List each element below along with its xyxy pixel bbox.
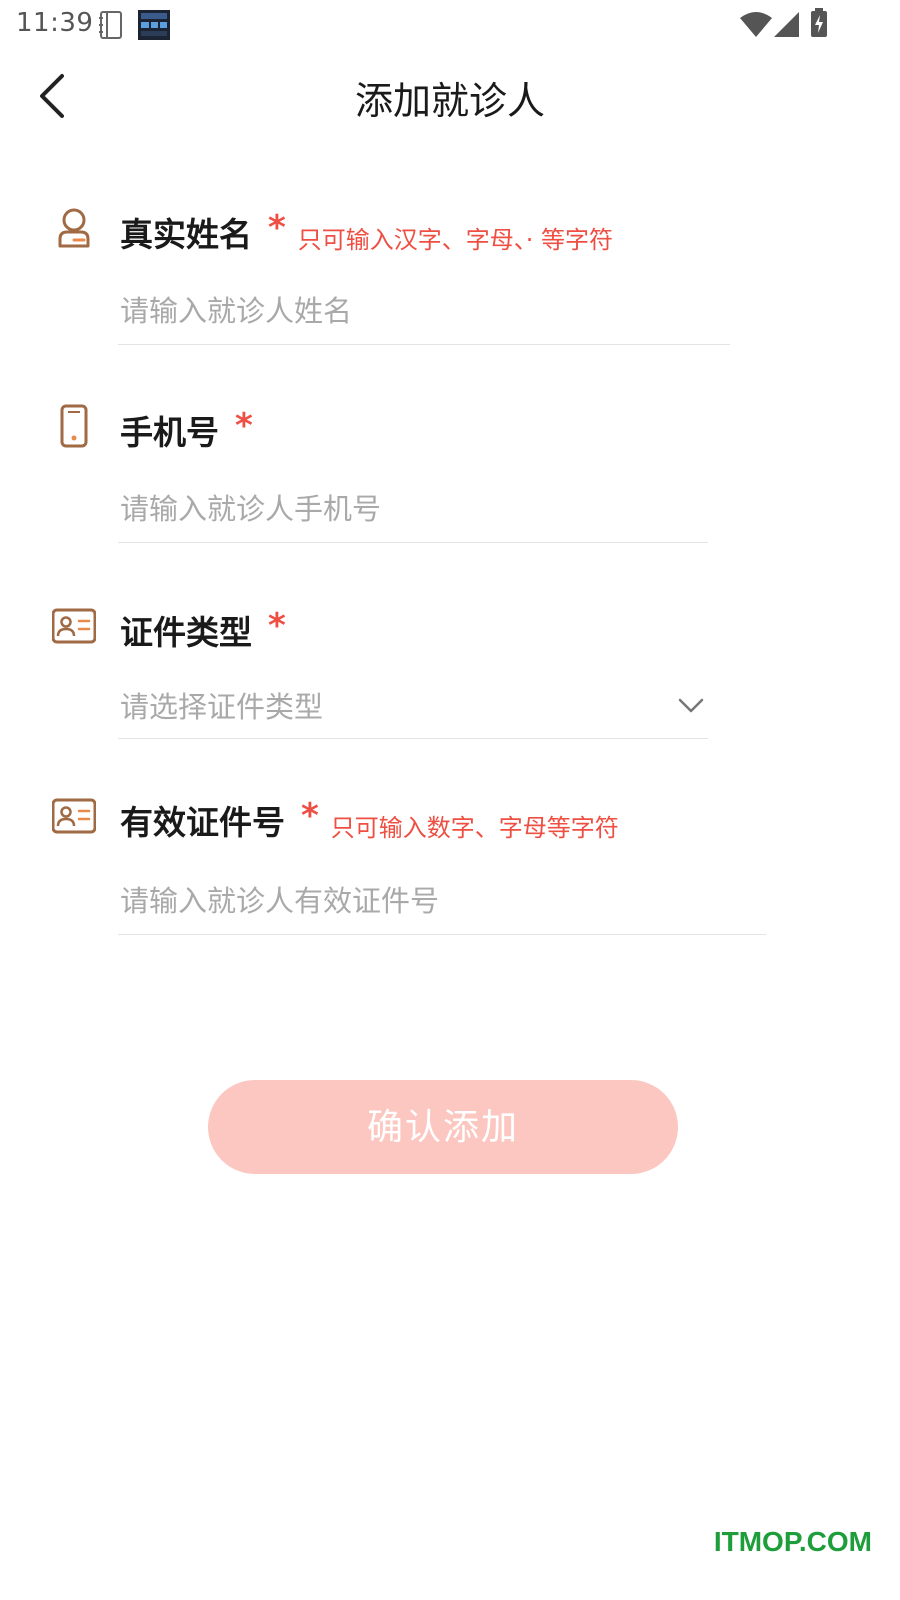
required-mark: * [301,796,319,836]
required-mark: * [235,406,253,446]
phone-label-text: 手机号 [120,413,219,452]
battery-charging-icon [811,8,827,37]
id-type-placeholder: 请选择证件类型 [120,690,324,724]
id-number-label-text: 有效证件号 [120,803,285,842]
phone-label-row: 手机号 * [0,402,900,452]
name-input[interactable] [118,282,734,340]
name-label-text: 真实姓名 [120,215,252,254]
phone-input[interactable] [118,480,712,538]
phone-icon [60,404,88,448]
id-type-label-row: 证件类型 * [0,602,900,652]
id-card-icon [52,798,96,834]
id-number-input[interactable] [118,872,770,930]
name-input-wrap [118,282,734,345]
status-bar: 11:39 [0,0,900,48]
signal-icon [774,12,799,37]
notebook-icon [99,11,122,39]
page-title: 添加就诊人 [354,79,545,123]
name-label-row: 真实姓名 * 只可输入汉字、字母、· 等字符 [0,204,900,254]
id-type-select[interactable]: 请选择证件类型 [118,676,708,739]
name-hint: 只可输入汉字、字母、· 等字符 [297,226,614,254]
header: 添加就诊人 [0,56,900,136]
status-time: 11:39 [16,8,94,38]
wifi-icon [740,12,772,37]
name-label: 真实姓名 * 只可输入汉字、字母、· 等字符 [120,208,613,256]
chevron-down-icon [678,698,704,713]
required-mark: * [268,208,286,248]
confirm-add-button[interactable]: 确认添加 [208,1080,678,1174]
id-number-input-wrap [118,872,770,935]
required-mark: * [268,606,286,646]
id-type-label: 证件类型 * [120,606,286,654]
id-number-hint: 只可输入数字、字母等字符 [330,814,619,842]
app-thumbnail-icon [138,10,170,40]
id-number-label: 有效证件号 * 只可输入数字、字母等字符 [120,796,619,844]
id-type-label-text: 证件类型 [120,613,252,652]
phone-input-wrap [118,480,712,543]
id-card-icon [52,608,96,644]
phone-label: 手机号 * [120,406,253,454]
person-icon [58,208,90,248]
watermark: ITMOP.COM [713,1526,872,1557]
id-number-label-row: 有效证件号 * 只可输入数字、字母等字符 [0,792,900,842]
